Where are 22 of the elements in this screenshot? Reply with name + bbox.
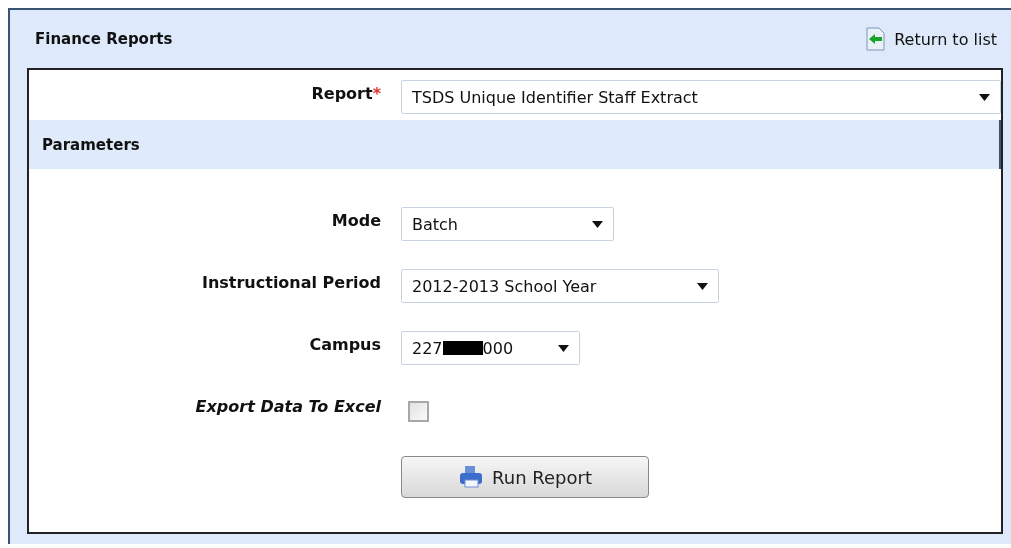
field-label: Instructional Period — [200, 272, 381, 292]
caret-icon — [697, 282, 708, 290]
printer-icon — [458, 465, 485, 489]
checkbox[interactable] — [408, 401, 429, 422]
back-arrow-icon — [864, 27, 887, 51]
caret-icon — [979, 93, 990, 101]
field-label: Report — [311, 84, 373, 103]
field-label: Campus — [308, 334, 381, 354]
panel-title: Finance Reports — [35, 30, 173, 48]
required-mark: * — [372, 84, 381, 103]
caret-icon — [592, 220, 603, 228]
return-link[interactable]: Return to list — [864, 27, 997, 51]
dropdown[interactable]: 227 000 — [401, 331, 580, 365]
run-report-button[interactable]: Run Report — [401, 456, 649, 498]
dropdown[interactable]: 2012-2013 School Year — [401, 269, 719, 303]
report-select[interactable]: TSDS Unique Identifier Staff Extract — [401, 80, 1001, 114]
field-label: Export Data To Excel — [194, 396, 381, 416]
caret-icon — [558, 344, 569, 352]
redaction-bar — [442, 341, 483, 355]
section-title: Parameters — [42, 135, 140, 154]
field-label: Mode — [330, 210, 381, 230]
dropdown[interactable]: Batch — [401, 207, 614, 241]
